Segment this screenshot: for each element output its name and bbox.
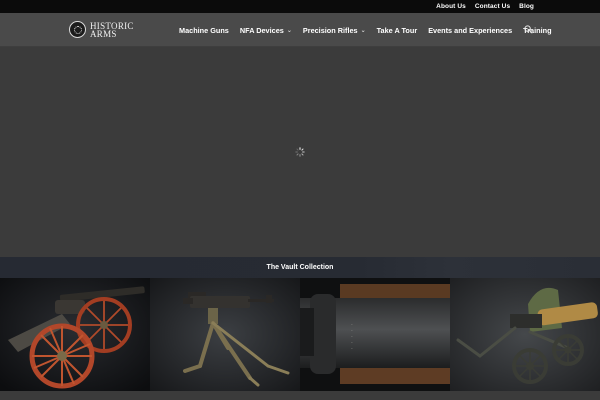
page-bottom: [0, 391, 600, 400]
tripod-machine-gun-image: [150, 278, 300, 391]
site-logo[interactable]: HISTORIC ARMS: [69, 21, 134, 38]
logo-emblem-icon: [69, 21, 86, 38]
gallery-item-tripod-machine-gun[interactable]: [150, 278, 300, 391]
gallery-item-wheeled-machine-gun[interactable]: [450, 278, 600, 391]
nav-item-nfa-devices[interactable]: NFA Devices ⌄: [240, 26, 292, 35]
primary-nav: Machine Guns NFA Devices ⌄ Precision Rif…: [179, 13, 563, 47]
svg-text:· · · · ·: · · · · ·: [348, 323, 354, 350]
field-cannon-image: [0, 278, 150, 391]
logo-wordmark: HISTORIC ARMS: [90, 21, 134, 39]
search-icon[interactable]: [524, 25, 533, 34]
wheeled-machine-gun-image: [450, 278, 600, 391]
vault-collection-banner: The Vault Collection: [0, 257, 600, 278]
gallery-item-field-cannon[interactable]: [0, 278, 150, 391]
nav-item-label: Machine Guns: [179, 25, 229, 35]
nav-item-machine-guns[interactable]: Machine Guns: [179, 26, 229, 35]
blog-link[interactable]: Blog: [519, 3, 534, 10]
nav-item-precision-rifles[interactable]: Precision Rifles ⌄: [303, 26, 366, 35]
nav-item-take-a-tour[interactable]: Take A Tour: [377, 26, 418, 35]
rifle-closeup-image: · · · · ·: [300, 278, 450, 391]
about-us-link[interactable]: About Us: [436, 3, 466, 10]
nav-item-label: Take A Tour: [376, 25, 418, 35]
main-header: HISTORIC ARMS Machine Guns NFA Devices ⌄…: [0, 13, 600, 47]
vault-collection-title: The Vault Collection: [266, 264, 334, 271]
top-utility-bar: About Us Contact Us Blog: [0, 0, 600, 13]
vault-gallery: · · · · ·: [0, 278, 600, 391]
chevron-down-icon: ⌄: [286, 27, 292, 34]
logo-line-2: ARMS: [90, 28, 117, 39]
nav-item-events-and-experiences[interactable]: Events and Experiences: [428, 26, 512, 35]
nav-item-label: Precision Rifles: [302, 25, 358, 35]
contact-us-link[interactable]: Contact Us: [475, 3, 510, 10]
gallery-item-rifle-closeup[interactable]: · · · · ·: [300, 278, 450, 391]
nav-item-label: NFA Devices: [239, 25, 284, 35]
loading-spinner-icon: [295, 147, 305, 157]
nav-item-label: Events and Experiences: [428, 25, 513, 35]
chevron-down-icon: ⌄: [360, 27, 366, 34]
